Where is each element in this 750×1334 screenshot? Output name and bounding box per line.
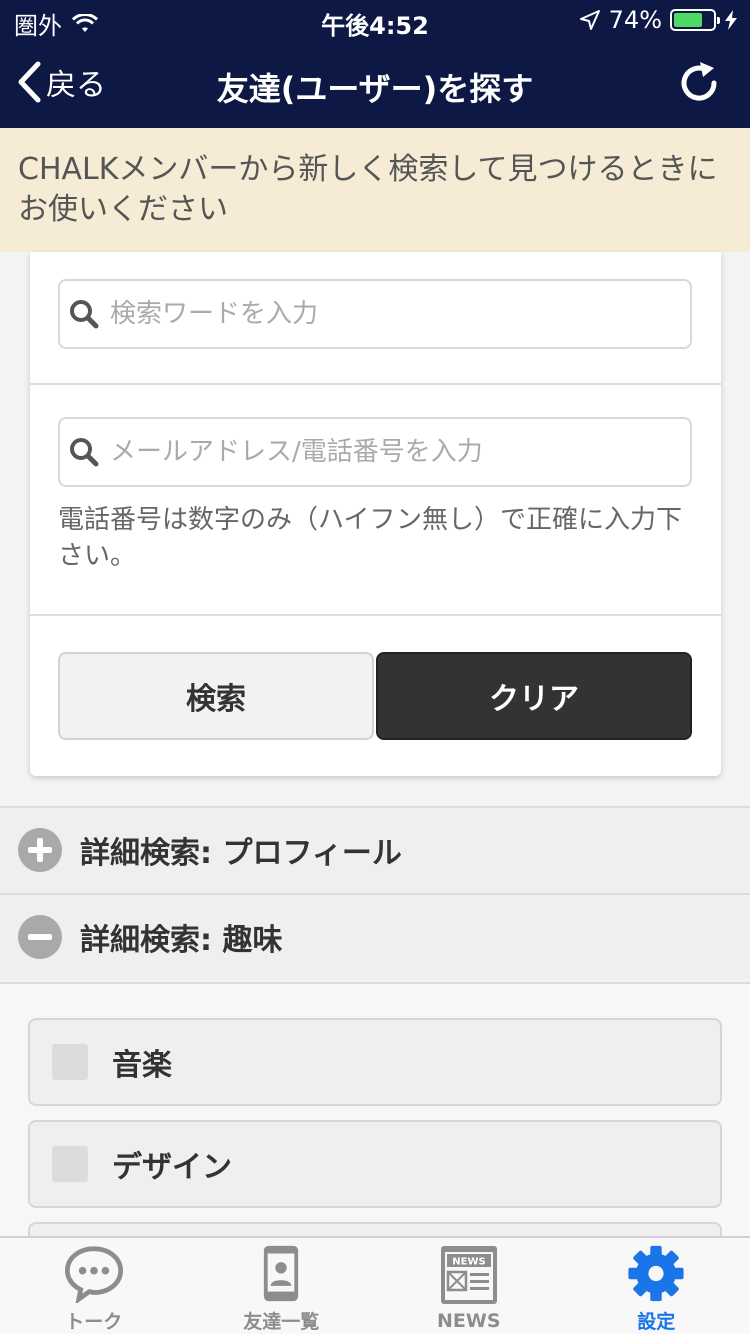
keyword-search-field[interactable] <box>58 279 692 349</box>
tab-label: NEWS <box>436 1310 501 1332</box>
checkbox[interactable] <box>52 1044 88 1080</box>
refresh-icon[interactable] <box>676 60 722 106</box>
accordion-profile[interactable]: 詳細検索: プロフィール <box>0 806 750 892</box>
tab-label: 設定 <box>637 1311 676 1333</box>
battery-percent: 74% <box>608 6 662 34</box>
tab-bar: トーク 友達一覧 NEWS NEWS 設定 <box>0 1236 750 1334</box>
accordion-hobby-label: 詳細検索: 趣味 <box>80 923 283 958</box>
collapse-minus-icon <box>18 915 62 959</box>
tab-label: 友達一覧 <box>243 1311 320 1333</box>
charging-icon <box>725 10 737 30</box>
contacts-phone-icon <box>264 1245 299 1302</box>
phone-hint: 電話番号は数字のみ（ハイフン無し）で正確に入力下さい。 <box>58 505 683 571</box>
hobby-list: 音楽 デザイン <box>0 982 750 1262</box>
contact-search-field[interactable] <box>58 417 692 487</box>
checkbox[interactable] <box>52 1146 88 1182</box>
svg-text:NEWS: NEWS <box>452 1257 485 1268</box>
hobby-label: 音楽 <box>112 1048 172 1083</box>
gear-icon <box>628 1245 684 1302</box>
clear-button[interactable]: クリア <box>376 652 692 740</box>
status-right: 74% <box>579 6 738 34</box>
tab-friends[interactable]: 友達一覧 <box>188 1238 376 1334</box>
search-button[interactable]: 検索 <box>58 652 374 740</box>
chat-bubble-icon <box>64 1246 123 1303</box>
notice-banner: CHALKメンバーから新しく検索して見つけるときにお使いください <box>0 128 750 252</box>
search-icon <box>70 300 99 329</box>
tab-settings[interactable]: 設定 <box>563 1238 750 1334</box>
battery-icon <box>670 9 720 31</box>
keyword-section <box>30 252 721 385</box>
accordion-profile-label: 詳細検索: プロフィール <box>80 836 402 871</box>
tab-news[interactable]: NEWS NEWS <box>375 1238 563 1334</box>
news-icon: NEWS <box>440 1246 497 1304</box>
keyword-input[interactable] <box>110 299 670 329</box>
contact-section <box>30 385 721 616</box>
location-icon <box>579 10 600 30</box>
hobby-label: デザイン <box>112 1150 232 1185</box>
status-bar: 圏外 午後4:52 74% <box>0 0 750 40</box>
expand-plus-icon <box>18 828 62 872</box>
hobby-option-design[interactable]: デザイン <box>28 1120 722 1208</box>
accordion-hobby[interactable]: 詳細検索: 趣味 <box>0 893 750 979</box>
nav-bar: 戻る 友達(ユーザー)を探す <box>0 40 750 128</box>
page-title: 友達(ユーザー)を探す <box>216 70 534 108</box>
search-icon <box>70 438 99 467</box>
search-card: 電話番号は数字のみ（ハイフン無し）で正確に入力下さい。 検索 クリア <box>30 252 721 776</box>
contact-input[interactable] <box>110 437 670 467</box>
hobby-option-music[interactable]: 音楽 <box>28 1018 722 1106</box>
tab-label: トーク <box>65 1311 123 1333</box>
tab-talk[interactable]: トーク <box>0 1238 188 1334</box>
